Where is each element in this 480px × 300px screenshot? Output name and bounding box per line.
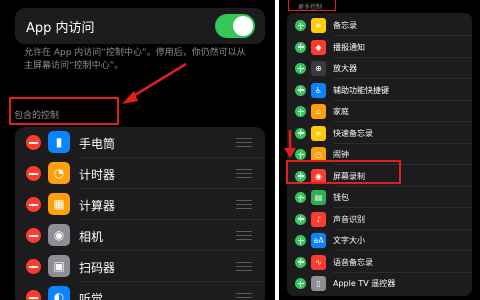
list-item[interactable]: ▯ Apple TV 遥控器 (287, 273, 472, 294)
more-controls-panel: 更多控制 ≡ 备忘录 ◆ 播报通知 ⊕ 放大器 ♿ 辅助功能快捷键 ⌂ 家庭 ≡… (279, 0, 480, 300)
magnifier-icon: ⊕ (311, 61, 326, 76)
remove-icon[interactable] (26, 290, 41, 300)
remove-icon[interactable] (26, 135, 41, 150)
app-access-switch[interactable] (215, 14, 255, 38)
list-item[interactable]: ◆ 播报通知 (287, 37, 472, 58)
reorder-handle-icon[interactable] (236, 200, 252, 209)
list-item[interactable]: ∿ 语音备忘录 (287, 252, 472, 273)
switch-knob (233, 16, 253, 36)
reorder-handle-icon[interactable] (236, 138, 252, 147)
control-label: 扫码器 (79, 261, 116, 275)
flashlight-icon: ▮ (48, 131, 70, 153)
add-icon[interactable] (295, 63, 306, 74)
control-label: 辅助功能快捷键 (333, 85, 389, 95)
add-icon[interactable] (295, 256, 306, 268)
control-label: 声音识别 (333, 214, 365, 224)
list-item[interactable]: ⌂ 家庭 (287, 101, 472, 122)
control-label: 闹钟 (333, 150, 349, 159)
control-label: 语音备忘录 (333, 257, 373, 267)
home-icon: ⌂ (311, 104, 326, 119)
control-label: 家庭 (333, 107, 349, 116)
control-label: 文字大小 (333, 236, 365, 245)
remove-icon[interactable] (26, 197, 41, 212)
list-item[interactable]: ⊕ 放大器 (287, 58, 472, 79)
reorder-handle-icon[interactable] (236, 231, 252, 240)
apple-tv-remote-icon: ▯ (311, 276, 326, 291)
control-label: 计算器 (79, 199, 116, 213)
reorder-handle-icon[interactable] (236, 262, 252, 271)
control-label: 钱包 (333, 193, 349, 202)
add-icon[interactable] (295, 192, 306, 203)
sound-recognition-icon: ♪ (311, 211, 326, 227)
remove-icon[interactable] (26, 228, 41, 243)
included-controls-list: ▮ 手电筒 ◔ 计时器 ▦ 计算器 ◉ 相机 ▣ 扫码器 ◐ 听觉 (15, 127, 265, 300)
list-item[interactable]: ▦ 计算器 (15, 189, 265, 220)
hearing-icon: ◐ (48, 286, 70, 300)
more-controls-list: ≡ 备忘录 ◆ 播报通知 ⊕ 放大器 ♿ 辅助功能快捷键 ⌂ 家庭 ≡ 快速备忘… (287, 13, 472, 296)
quick-note-icon: ≡ (311, 125, 326, 141)
annotation-arrow-left (122, 62, 187, 104)
wallet-icon: ▤ (311, 190, 326, 205)
notes-icon: ≡ (311, 18, 326, 33)
list-item[interactable]: ≡ 快速备忘录 (287, 123, 472, 144)
text-size-icon: aA (311, 233, 326, 248)
add-icon[interactable] (295, 84, 306, 96)
reorder-handle-icon[interactable] (236, 169, 252, 178)
control-label: 快速备忘录 (333, 128, 373, 138)
add-icon[interactable] (295, 20, 306, 31)
list-item[interactable]: ◉ 相机 (15, 220, 265, 251)
annotation-arrow-right (284, 130, 296, 158)
announce-notifications-icon: ◆ (311, 39, 326, 55)
camera-icon: ◉ (48, 224, 70, 246)
list-item[interactable]: ♿ 辅助功能快捷键 (287, 80, 472, 101)
annotation-box-screen-recording (286, 160, 401, 184)
list-item[interactable]: ≡ 备忘录 (287, 15, 472, 36)
control-label: 备忘录 (333, 21, 357, 30)
voice-memos-icon: ∿ (311, 254, 326, 270)
control-label: 放大器 (333, 64, 357, 73)
list-item[interactable]: ▮ 手电筒 (15, 127, 265, 158)
accessibility-icon: ♿ (311, 82, 326, 98)
list-item[interactable]: aA 文字大小 (287, 230, 472, 251)
control-label: 相机 (79, 230, 104, 244)
add-icon[interactable] (295, 41, 306, 53)
list-item[interactable]: ◔ 计时器 (15, 158, 265, 189)
control-label: Apple TV 遥控器 (333, 279, 396, 288)
add-icon[interactable] (295, 278, 306, 289)
annotation-box-included (9, 97, 119, 125)
remove-icon[interactable] (26, 259, 41, 274)
list-item[interactable]: ▣ 扫码器 (15, 251, 265, 282)
control-label: 计时器 (79, 168, 116, 182)
reorder-handle-icon[interactable] (236, 293, 252, 300)
more-controls-header: 更多控制 (298, 4, 323, 11)
add-icon[interactable] (295, 213, 306, 225)
calculator-icon: ▦ (48, 193, 70, 215)
screenshot-composite: App 内访问 允许在 App 内访问“控制中心”。停用后，你仍然可以从主屏幕访… (0, 0, 480, 300)
control-label: 手电筒 (79, 137, 116, 151)
remove-icon[interactable] (26, 166, 41, 181)
list-item[interactable]: ♪ 声音识别 (287, 209, 472, 230)
list-item[interactable]: ▤ 钱包 (287, 187, 472, 208)
app-access-row[interactable]: App 内访问 (15, 8, 265, 44)
add-icon[interactable] (295, 235, 306, 246)
app-access-label: App 内访问 (26, 21, 95, 36)
list-item[interactable]: ◐ 听觉 (15, 282, 265, 300)
add-icon[interactable] (295, 106, 306, 117)
control-label: 播报通知 (333, 42, 365, 52)
qr-scanner-icon: ▣ (48, 255, 70, 277)
control-center-settings-panel: App 内访问 允许在 App 内访问“控制中心”。停用后，你仍然可以从主屏幕访… (0, 0, 275, 300)
timer-icon: ◔ (48, 162, 70, 184)
control-label: 听觉 (79, 292, 104, 300)
